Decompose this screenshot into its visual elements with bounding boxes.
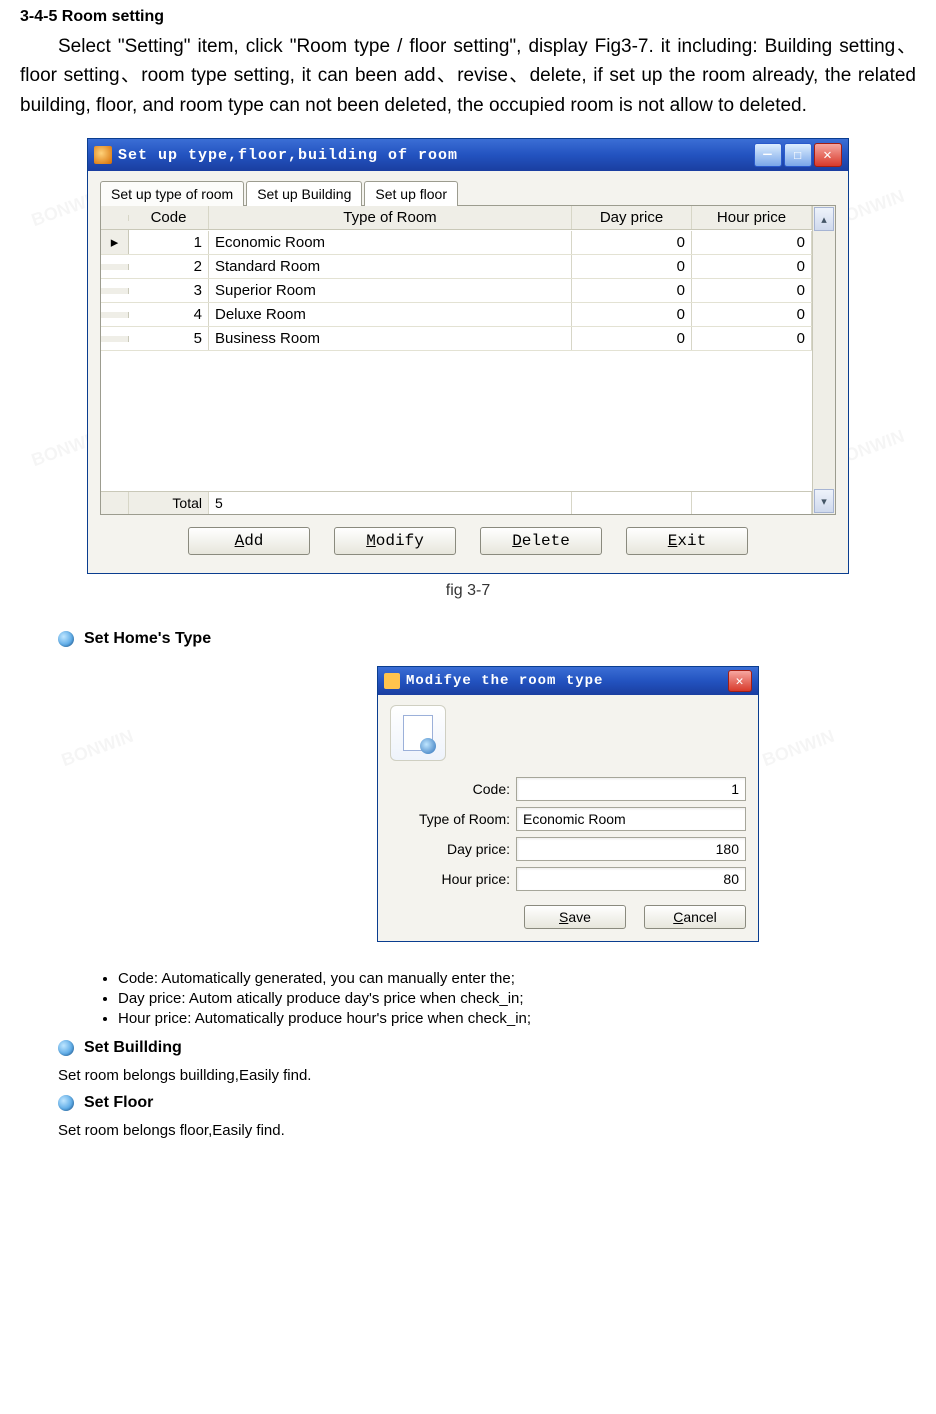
label-type: Type of Room: bbox=[390, 811, 516, 827]
table-row[interactable]: 3 Superior Room 0 0 bbox=[101, 279, 812, 303]
input-type[interactable]: Economic Room bbox=[516, 807, 746, 831]
label-code: Code: bbox=[390, 781, 516, 797]
add-button[interactable]: Add bbox=[188, 527, 310, 555]
minimize-button[interactable]: — bbox=[754, 143, 782, 167]
col-day[interactable]: Day price bbox=[572, 206, 692, 229]
grid-header: Code Type of Room Day price Hour price bbox=[101, 206, 812, 230]
app-icon bbox=[94, 146, 112, 164]
section-set-floor: Set Floor bbox=[58, 1094, 916, 1112]
section-number-title: 3-4-5 Room setting bbox=[20, 8, 916, 26]
dialog-titlebar[interactable]: Modifye the room type ✕ bbox=[378, 667, 758, 695]
delete-button[interactable]: Delete bbox=[480, 527, 602, 555]
figure-caption: fig 3-7 bbox=[20, 582, 916, 600]
scroll-up-icon[interactable]: ▴ bbox=[814, 207, 834, 231]
section-set-home-type: Set Home's Type bbox=[58, 630, 916, 648]
input-day-price[interactable]: 180 bbox=[516, 837, 746, 861]
bullet-icon bbox=[58, 631, 74, 647]
exit-button[interactable]: Exit bbox=[626, 527, 748, 555]
note-item: Hour price: Automatically produce hour's… bbox=[118, 1010, 916, 1027]
window-title: Set up type,floor,building of room bbox=[118, 147, 458, 164]
dialog-app-icon bbox=[384, 673, 400, 689]
section-floor-desc: Set room belongs floor,Easily find. bbox=[58, 1122, 916, 1139]
total-value: 5 bbox=[209, 492, 572, 514]
dialog-close-button[interactable]: ✕ bbox=[728, 670, 752, 692]
total-label: Total bbox=[129, 492, 209, 514]
tab-set-floor[interactable]: Set up floor bbox=[364, 181, 458, 206]
tab-set-type[interactable]: Set up type of room bbox=[100, 181, 244, 206]
note-item: Code: Automatically generated, you can m… bbox=[118, 970, 916, 987]
tab-set-building[interactable]: Set up Building bbox=[246, 181, 362, 206]
note-item: Day price: Autom atically produce day's … bbox=[118, 990, 916, 1007]
save-button[interactable]: Save bbox=[524, 905, 626, 929]
section-building-desc: Set room belongs buillding,Easily find. bbox=[58, 1067, 916, 1084]
edit-page-icon bbox=[390, 705, 446, 761]
maximize-button[interactable]: ☐ bbox=[784, 143, 812, 167]
table-row[interactable]: 4 Deluxe Room 0 0 bbox=[101, 303, 812, 327]
input-hour-price[interactable]: 80 bbox=[516, 867, 746, 891]
table-row[interactable]: ▸ 1 Economic Room 0 0 bbox=[101, 230, 812, 255]
dialog-modify-room-type: Modifye the room type ✕ Code: 1 Type of … bbox=[377, 666, 759, 942]
section-set-building: Set Buillding bbox=[58, 1039, 916, 1057]
close-button[interactable]: ✕ bbox=[814, 143, 842, 167]
window-room-type-setting: Set up type,floor,building of room — ☐ ✕… bbox=[87, 138, 849, 574]
label-hour: Hour price: bbox=[390, 871, 516, 887]
input-code[interactable]: 1 bbox=[516, 777, 746, 801]
intro-paragraph: Select "Setting" item, click "Room type … bbox=[20, 32, 916, 120]
total-row: Total 5 bbox=[101, 491, 812, 514]
row-indicator-icon: ▸ bbox=[101, 230, 129, 254]
col-type[interactable]: Type of Room bbox=[209, 206, 572, 229]
bullet-icon bbox=[58, 1040, 74, 1056]
vertical-scrollbar[interactable]: ▴ ▾ bbox=[812, 206, 835, 514]
field-notes: Code: Automatically generated, you can m… bbox=[78, 970, 916, 1027]
dialog-title: Modifye the room type bbox=[406, 673, 603, 689]
label-day: Day price: bbox=[390, 841, 516, 857]
table-row[interactable]: 2 Standard Room 0 0 bbox=[101, 255, 812, 279]
window-titlebar[interactable]: Set up type,floor,building of room — ☐ ✕ bbox=[88, 139, 848, 171]
scroll-down-icon[interactable]: ▾ bbox=[814, 489, 834, 513]
cancel-button[interactable]: Cancel bbox=[644, 905, 746, 929]
bullet-icon bbox=[58, 1095, 74, 1111]
table-row[interactable]: 5 Business Room 0 0 bbox=[101, 327, 812, 351]
modify-button[interactable]: Modify bbox=[334, 527, 456, 555]
col-code[interactable]: Code bbox=[129, 206, 209, 229]
col-hour[interactable]: Hour price bbox=[692, 206, 812, 229]
